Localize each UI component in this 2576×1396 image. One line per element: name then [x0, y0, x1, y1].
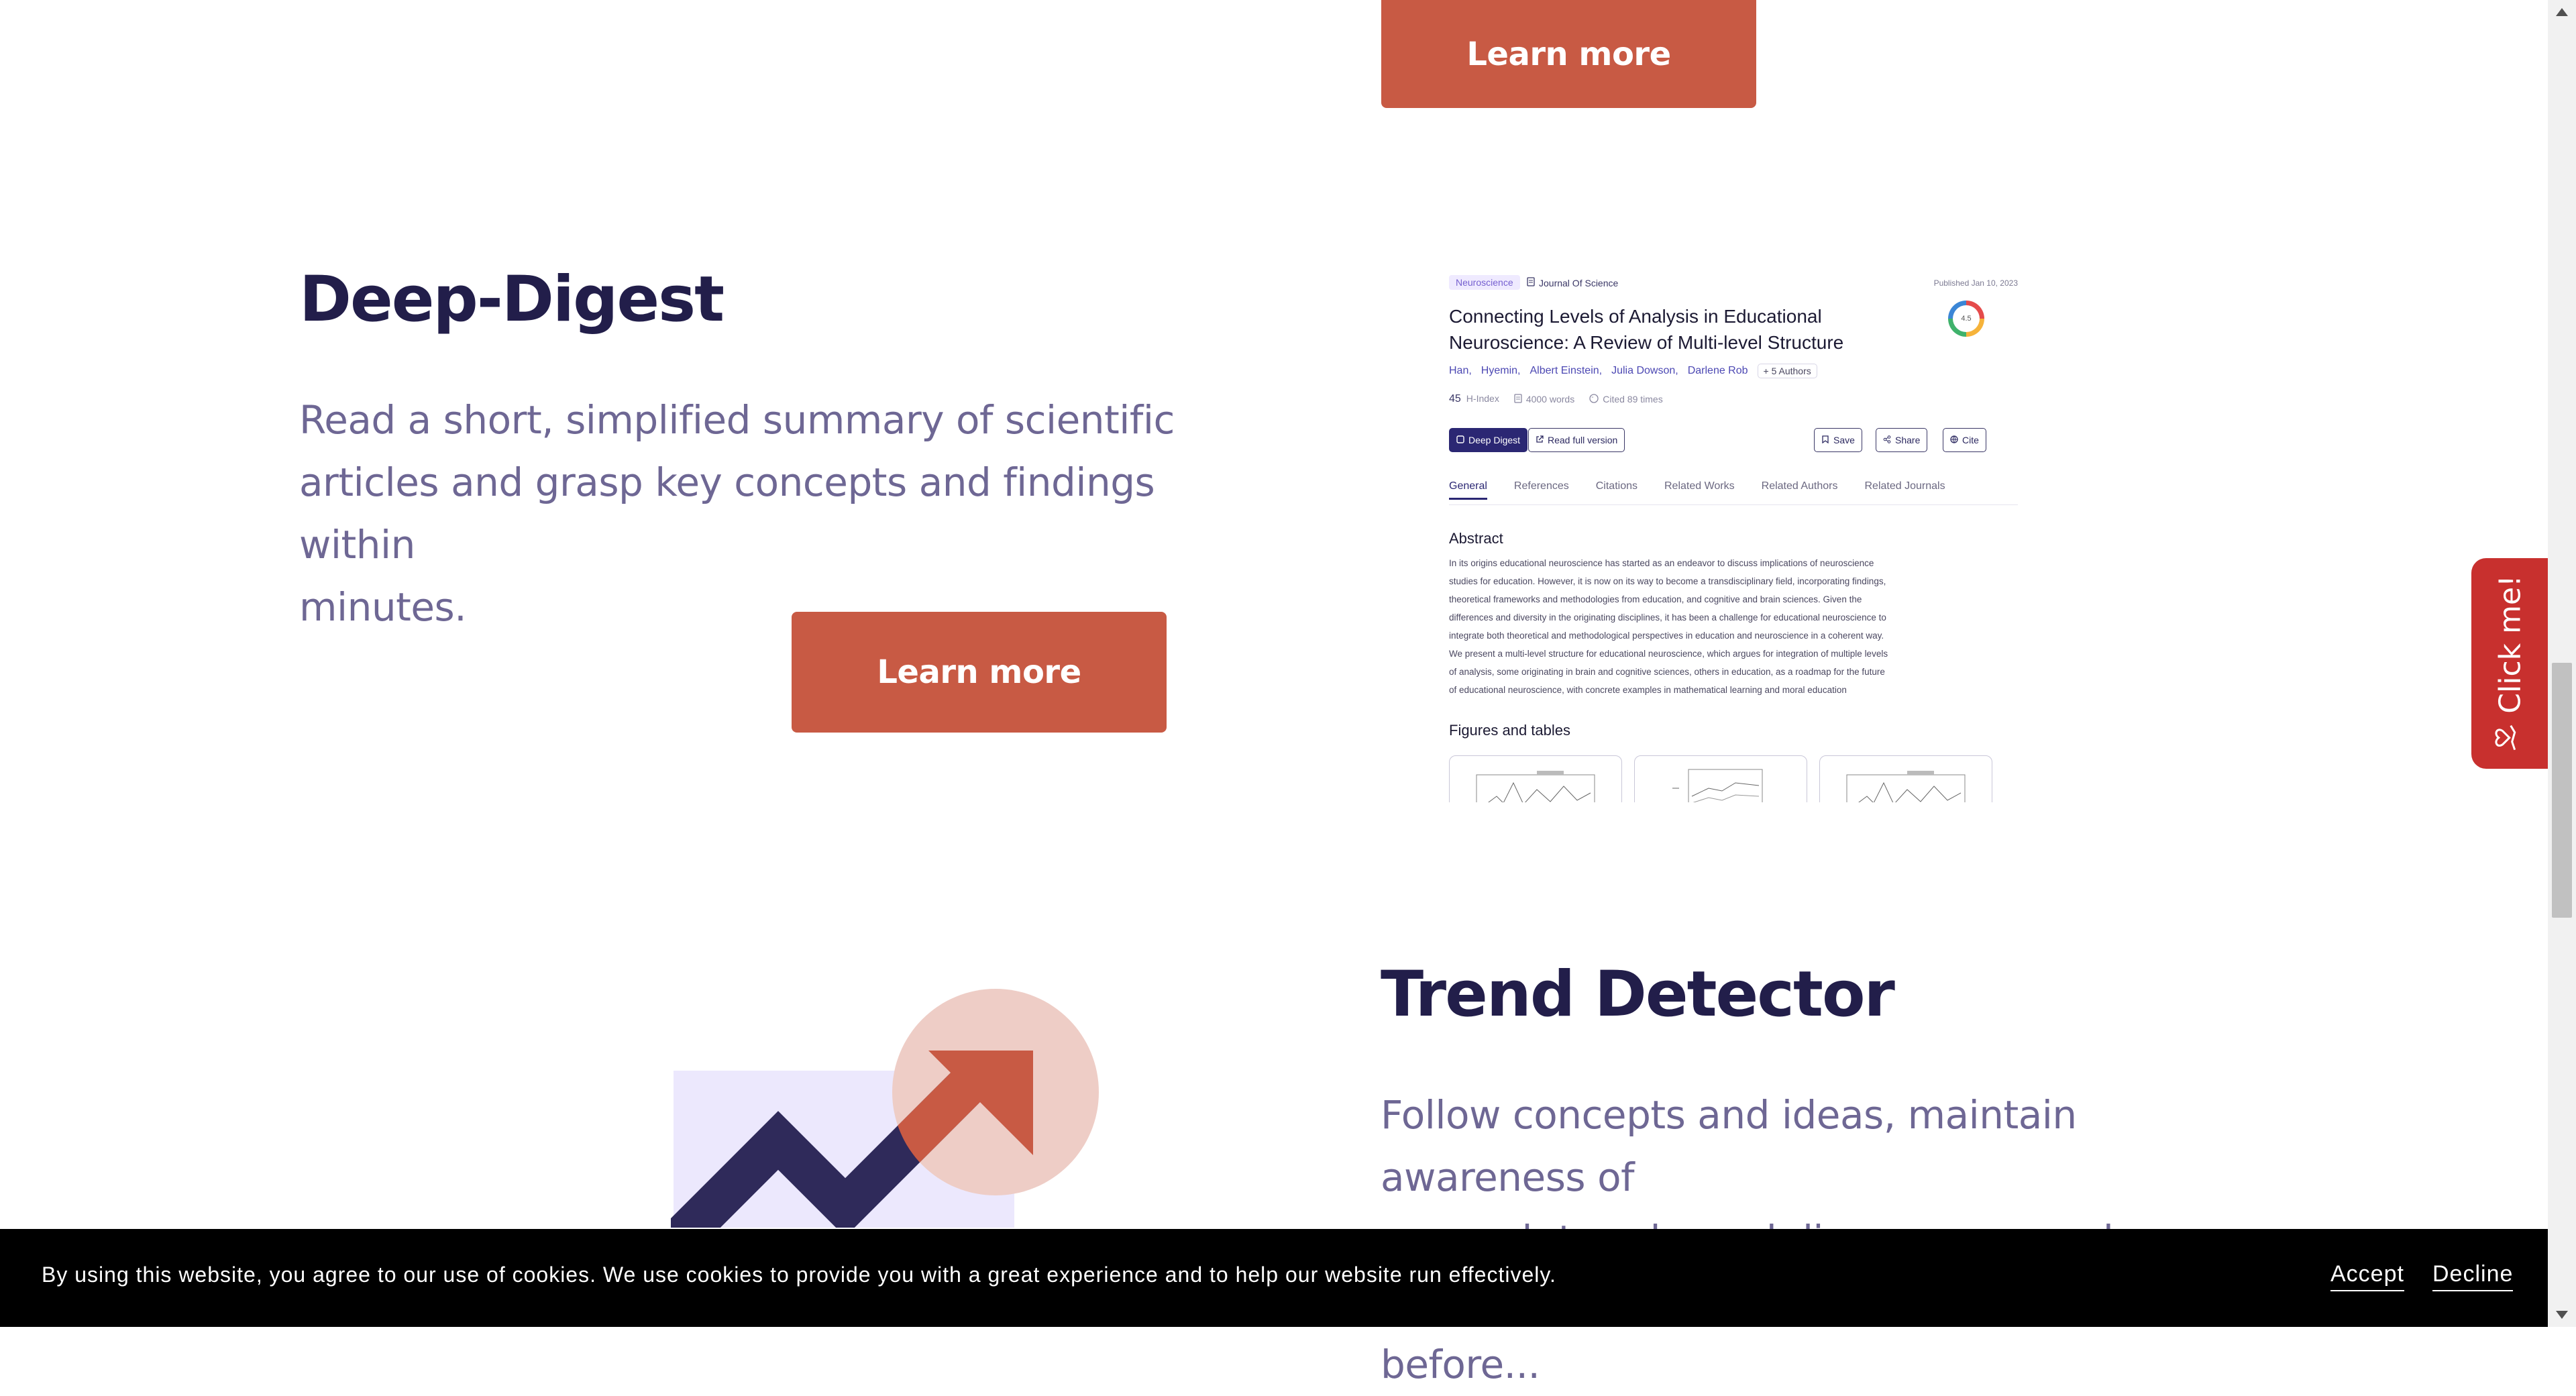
read-full-version-button[interactable]: Read full version [1528, 428, 1625, 452]
tab-related-works[interactable]: Related Works [1664, 480, 1735, 500]
external-link-icon [1536, 435, 1544, 445]
author-list: Han, Hyemin, Albert Einstein, Julia Dows… [1449, 364, 1817, 378]
abstract-line: theoretical frameworks and methodologies… [1449, 594, 1862, 604]
cookie-message: By using this website, you agree to our … [42, 1263, 1556, 1287]
cite-label: Cite [1962, 435, 1979, 445]
scroll-down-icon[interactable] [2556, 1311, 2568, 1319]
citation-count: “ Cited 89 times [1589, 393, 1663, 405]
more-authors-button[interactable]: + 5 Authors [1757, 364, 1817, 378]
trend-detector-title: Trend Detector [1381, 958, 1895, 1031]
abstract-line: of analysis, some originating in brain a… [1449, 667, 1885, 677]
abstract-line: of educational neuroscience, with concre… [1449, 685, 1847, 695]
description-line: before... [1381, 1342, 1540, 1387]
share-label: Share [1895, 435, 1921, 445]
author-link[interactable]: Albert Einstein, [1529, 365, 1602, 377]
click-me-tab[interactable]: Click me! [2471, 558, 2549, 769]
learn-more-button-top[interactable]: Learn more [1381, 0, 1756, 108]
article-title: Connecting Levels of Analysis in Educati… [1449, 306, 1844, 353]
bookmark-icon [1821, 435, 1829, 445]
tab-divider [1449, 504, 2018, 505]
author-link[interactable]: Han, [1449, 365, 1472, 377]
page-scrollbar[interactable] [2548, 0, 2576, 1327]
figure-thumbnail[interactable] [1819, 755, 1992, 802]
score-badge: 4.5 [1948, 301, 1984, 337]
deep-digest-title: Deep-Digest [299, 263, 724, 336]
tab-related-authors[interactable]: Related Authors [1762, 480, 1838, 500]
journal-name: Journal Of Science [1539, 277, 1619, 288]
h-index: 45 H-Index [1449, 393, 1499, 405]
article-tabs: General References Citations Related Wor… [1449, 480, 1945, 500]
save-button[interactable]: Save [1814, 428, 1862, 452]
cookie-banner: By using this website, you agree to our … [0, 1229, 2548, 1327]
tab-related-journals[interactable]: Related Journals [1865, 480, 1945, 500]
decline-cookies-button[interactable]: Decline [2432, 1261, 2514, 1291]
accept-cookies-button[interactable]: Accept [2330, 1261, 2404, 1291]
click-me-label: Click me! [2493, 574, 2528, 714]
author-link[interactable]: Julia Dowson, [1611, 365, 1678, 377]
h-index-value: 45 [1449, 393, 1461, 405]
share-button[interactable]: Share [1876, 428, 1928, 452]
tab-citations[interactable]: Citations [1596, 480, 1638, 500]
journal-icon [1527, 277, 1535, 288]
scrollbar-thumb[interactable] [2552, 663, 2572, 918]
digest-icon [1456, 435, 1464, 445]
deep-digest-description: Read a short, simplified summary of scie… [299, 389, 1185, 639]
article-preview: Neuroscience Journal Of Science Publishe… [1428, 262, 2018, 802]
score-value: 4.5 [1953, 305, 1980, 332]
article-metrics: 45 H-Index 4000 words “ Cited 89 times [1449, 393, 1663, 405]
citation-count-text: Cited 89 times [1603, 394, 1663, 405]
abstract-line: differences and diversity in the origina… [1449, 612, 1886, 623]
abstract-line: studies for education. However, it is no… [1449, 576, 1886, 586]
figure-thumbnail[interactable] [1634, 755, 1807, 802]
author-link[interactable]: Hyemin, [1481, 365, 1521, 377]
abstract-text: In its origins educational neuroscience … [1449, 554, 1992, 699]
published-date: Published Jan 10, 2023 [1933, 278, 2018, 288]
share-icon [1883, 435, 1891, 445]
document-icon [1514, 393, 1522, 405]
quote-icon: “ [1589, 393, 1599, 405]
abstract-heading: Abstract [1449, 530, 1503, 547]
svg-text:“: “ [1592, 396, 1594, 402]
save-label: Save [1833, 435, 1855, 445]
figure-thumbnail[interactable] [1449, 755, 1622, 802]
journal-link[interactable]: Journal Of Science [1527, 277, 1618, 288]
abstract-line: In its origins educational neuroscience … [1449, 558, 1874, 568]
abstract-line: We present a multi-level structure for e… [1449, 649, 1888, 659]
figures-heading: Figures and tables [1449, 722, 1570, 739]
tab-references[interactable]: References [1514, 480, 1569, 500]
hand-heart-icon [2492, 722, 2529, 752]
description-line: Read a short, simplified summary of scie… [299, 397, 1175, 443]
word-count-text: 4000 words [1525, 394, 1575, 405]
cite-button[interactable]: Cite [1943, 428, 1986, 452]
author-link[interactable]: Darlene Rob [1688, 365, 1748, 377]
tab-general[interactable]: General [1449, 480, 1487, 500]
deep-digest-chip[interactable]: Deep Digest [1449, 428, 1528, 452]
abstract-line: integrate both theoretical and methodolo… [1449, 631, 1884, 641]
scroll-up-icon[interactable] [2556, 8, 2568, 16]
deep-digest-learn-more-button[interactable]: Learn more [792, 612, 1167, 733]
description-line: Follow concepts and ideas, maintain awar… [1381, 1092, 2077, 1200]
topic-tag[interactable]: Neuroscience [1449, 275, 1520, 290]
word-count: 4000 words [1514, 393, 1575, 405]
globe-icon [1950, 435, 1958, 445]
trend-chart-illustration [671, 989, 1099, 1228]
description-line: articles and grasp key concepts and find… [299, 460, 1155, 568]
h-index-label: H-Index [1466, 393, 1499, 404]
read-full-version-label: Read full version [1548, 435, 1618, 445]
deep-digest-chip-label: Deep Digest [1468, 435, 1521, 445]
